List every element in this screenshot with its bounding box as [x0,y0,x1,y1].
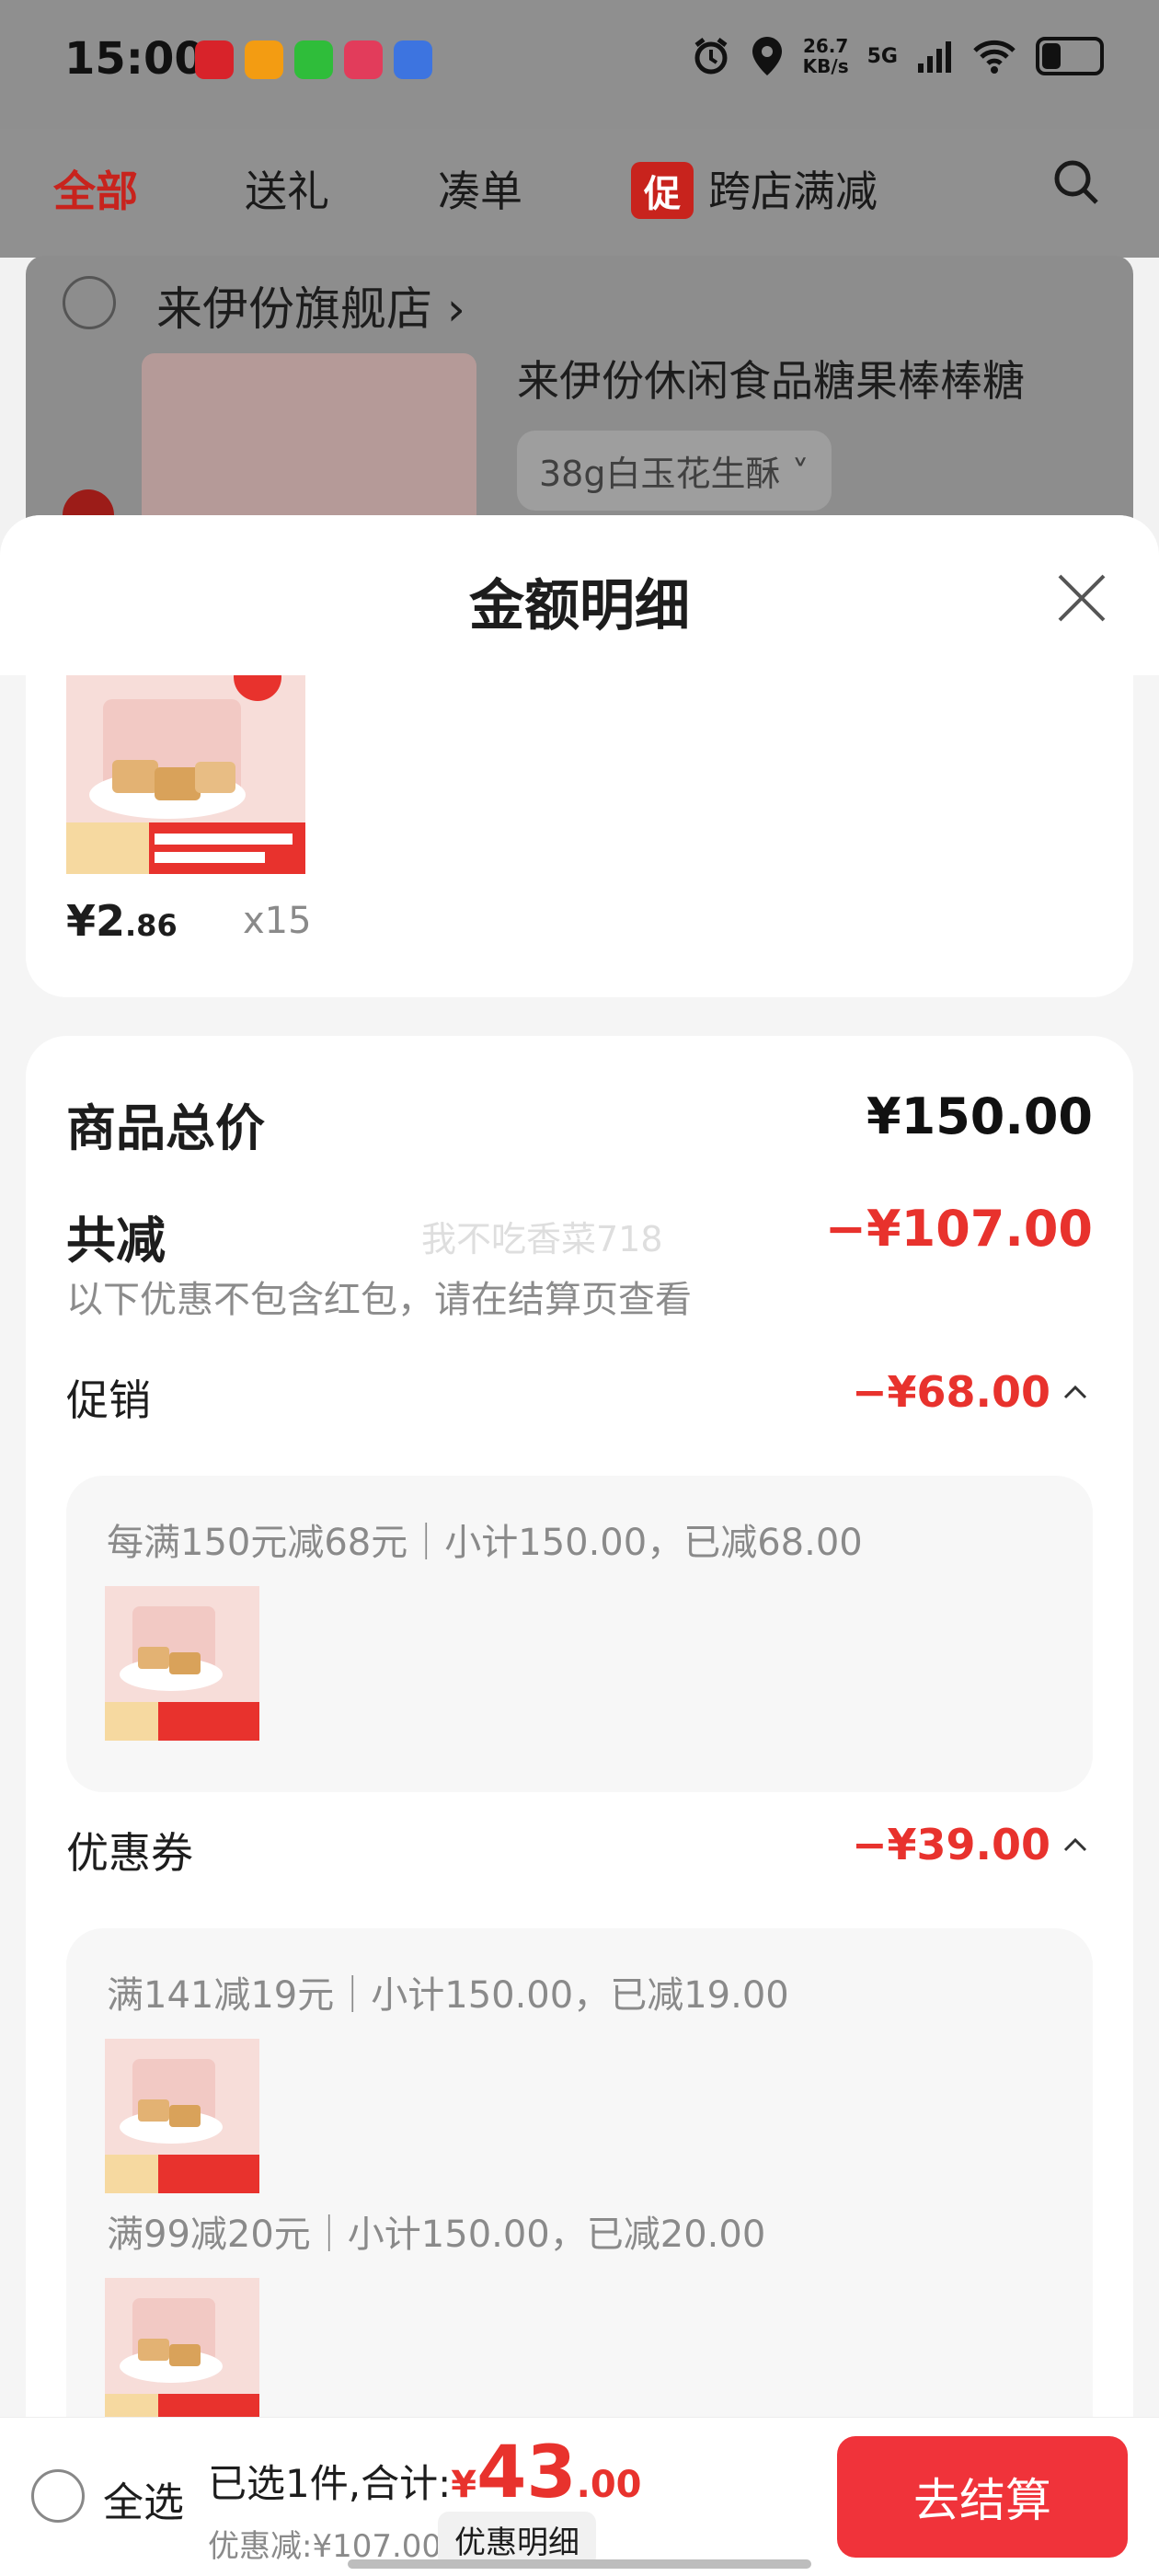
price-breakdown-card: 商品总价 ¥150.00 我不吃香菜718 共减 −¥107.00 以下优惠不包… [26,1036,1133,2576]
coupon-label: 优惠券 [66,1828,193,1878]
coupon-rule-1: 满141减19元｜小计150.00，已减19.00 [107,1974,789,2017]
store-select-radio[interactable] [63,276,116,329]
sku-selector[interactable]: 38g白玉花生酥 ˅ [517,431,832,511]
product-quantity: x15 [243,900,312,942]
chevron-up-icon [1063,1837,1087,1852]
home-indicator[interactable] [348,2559,811,2569]
product-card: ¥2.86 x15 [26,675,1133,997]
total-integer: 43 [476,2432,577,2514]
coupon-value: −¥39.00 [851,1820,1050,1869]
watermark: 我不吃香菜718 [421,1219,663,1259]
product-mini-image [105,1586,259,1741]
price-decimal: .86 [125,908,178,943]
total-reduce-label: 共减 [66,1212,166,1270]
store-name[interactable]: 来伊份旗舰店 › [156,272,465,339]
tab-gift[interactable]: 送礼 [245,158,329,219]
product-title[interactable]: 来伊份休闲食品糖果棒棒糖 [517,348,1025,408]
promotion-toggle[interactable]: −¥68.00 [852,1367,1087,1417]
close-icon[interactable] [1054,570,1109,626]
chevron-up-icon [1063,1385,1087,1399]
search-icon[interactable] [1052,158,1100,206]
sheet-title: 金额明细 [469,574,690,638]
battery-icon [1036,37,1104,75]
top-tabs [0,129,1159,258]
app-icon-2 [245,40,283,79]
product-image [66,675,305,874]
reduce-note: 以下优惠不包含红包，请在结算页查看 [66,1279,692,1321]
select-all-radio[interactable] [31,2469,85,2523]
promotion-detail-box: 每满150元减68元｜小计150.00，已减68.00 [66,1476,1093,1792]
speed-value: 26.7 [802,35,849,57]
total-price-value: ¥150.00 [866,1087,1093,1145]
wechat-icon [294,40,333,79]
alarm-icon [694,38,728,75]
product-price: ¥2.86 [66,896,178,946]
speed-unit: KB/s [802,55,849,77]
tab-cross-store[interactable]: 促跨店满减 [631,158,878,219]
location-icon [752,37,782,75]
wifi-icon [973,40,1016,74]
network-speed: 26.7 KB/s [803,36,849,76]
promotion-value: −¥68.00 [851,1367,1050,1417]
status-right: 26.7 KB/s 5G [691,35,1104,77]
total-decimal: .00 [576,2464,642,2506]
price-main: ¥2 [66,896,126,946]
product-mini-image [105,2278,259,2432]
total-price-label: 商品总价 [66,1099,265,1157]
checkout-button[interactable]: 去结算 [837,2436,1128,2558]
notification-icons [195,40,432,79]
total-currency: ¥ [451,2464,477,2506]
coupon-rule-2: 满99减20元｜小计150.00，已减20.00 [107,2214,766,2256]
app-icon-1 [195,40,234,79]
promo-badge: 促 [631,162,694,219]
network-type: 5G [866,44,898,68]
sheet-header: 金额明细 [0,515,1159,675]
status-bar: 15:00 26.7 KB/s 5G [0,0,1159,129]
app-icon-618 [344,40,383,79]
checkout-bar: 全选 已选1件,合计: ¥43.00 优惠减:¥107.00 优惠明细 去结算 [0,2418,1159,2576]
coupon-toggle[interactable]: −¥39.00 [852,1820,1087,1869]
tab-cross-store-label: 跨店满减 [708,167,878,216]
order-summary: 已选1件,合计: ¥43.00 [208,2432,642,2514]
status-time: 15:00 [64,33,205,85]
tab-all[interactable]: 全部 [53,158,138,219]
signal-icon [918,41,951,73]
product-mini-image [105,2039,259,2193]
selected-count-text: 已选1件,合计: [208,2461,452,2506]
tab-bundle[interactable]: 凑单 [438,158,522,219]
select-all-label[interactable]: 全选 [103,2469,184,2528]
promotion-rule: 每满150元减68元｜小计150.00，已减68.00 [107,1522,863,1564]
amount-detail-sheet: 金额明细 ¥2.86 x15 商品总价 ¥150.00 我不吃香菜718 共减 … [0,515,1159,2576]
store-name-text: 来伊份旗舰店 [156,282,432,336]
app-icon-blue [394,40,432,79]
sku-text: 38g白玉花生酥 [539,454,781,494]
promotion-label: 促销 [66,1375,151,1425]
total-reduce-value: −¥107.00 [824,1200,1093,1258]
